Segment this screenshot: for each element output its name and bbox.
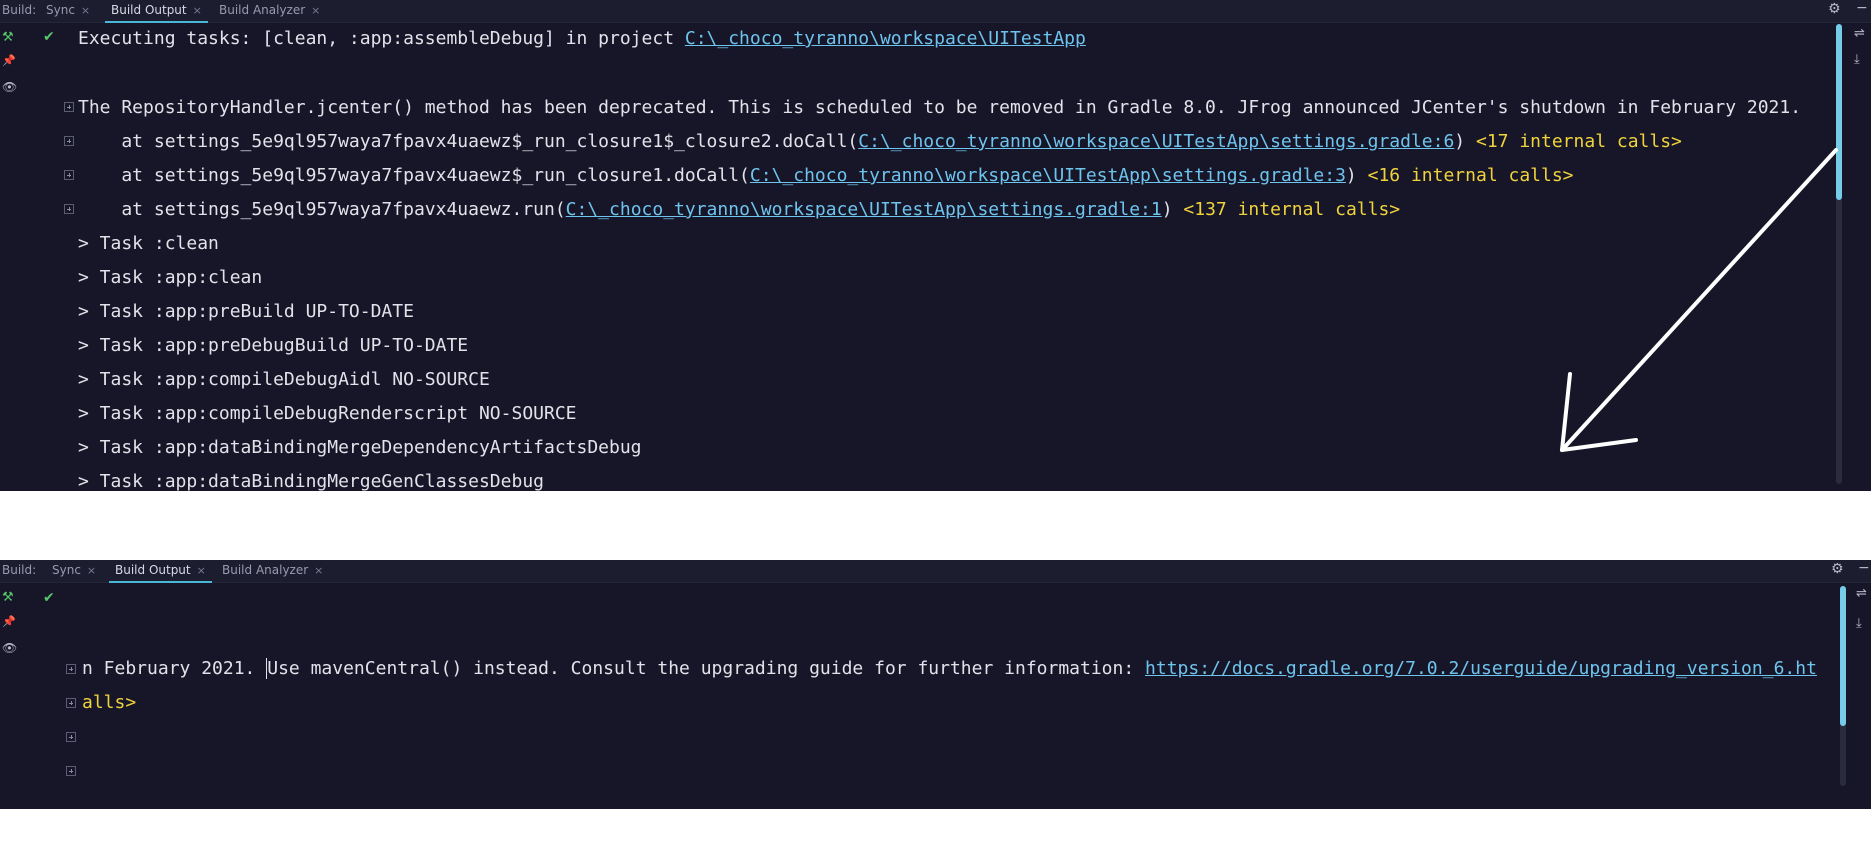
scroll-to-end-icon[interactable]: ⤓ [1856,616,1862,631]
close-icon[interactable]: × [197,564,206,577]
project-path-link[interactable]: C:\_choco_tyranno\workspace\UITestApp [685,28,1086,49]
success-check-icon: ✔ [43,29,55,45]
gear-icon[interactable]: ⚙ [1831,561,1844,577]
tool-window-tabbar: Build: Sync × Build Output × Build Analyze… [0,560,1871,583]
expand-toggle[interactable] [66,664,76,674]
tab-build-output-label: Build Output [115,563,191,577]
soft-wrap-icon[interactable]: ⇌ [1856,586,1867,601]
minimize-icon[interactable]: − [1858,560,1870,576]
internal-calls-link[interactable]: <17 internal calls> [1476,131,1682,152]
hammer-icon[interactable]: ⚒ [2,590,14,605]
expand-toggle[interactable] [64,170,74,180]
gradle-upgrade-guide-link[interactable]: https://docs.gradle.org/7.0.2/userguide/… [1145,658,1817,679]
expand-toggle[interactable] [64,204,74,214]
internal-calls-fragment[interactable]: alls> [82,692,136,713]
close-icon[interactable]: × [311,4,320,17]
expand-toggle[interactable] [64,136,74,146]
expand-toggle[interactable] [64,102,74,112]
internal-calls-link[interactable]: <16 internal calls> [1368,165,1574,186]
task-line: > Task :app:dataBindingMergeDependencyAr… [78,437,642,458]
soft-wrap-icon[interactable]: ⇌ [1854,26,1865,41]
tab-build-analyzer[interactable]: Build Analyzer × [222,560,323,582]
pin-icon[interactable]: 📌 [2,54,16,67]
vertical-scrollbar[interactable] [1836,24,1842,484]
tab-sync[interactable]: Sync × [52,560,96,582]
stack-frame-suffix: ) [1161,199,1184,220]
build-panel-bottom: Build: Sync × Build Output × Build Analyze… [0,560,1871,809]
stack-frame-suffix: ) [1454,131,1476,152]
stack-frame-text: at settings_5e9ql957waya7fpavx4uaewz$_ru… [78,131,859,152]
vertical-scrollbar[interactable] [1840,586,1846,786]
warning-text-cursor: Use mavenCentral() instead. Consult the … [266,658,1146,679]
close-icon[interactable]: × [314,564,323,577]
task-line: > Task :app:compileDebugRenderscript NO-… [78,403,577,424]
settings-gradle-link[interactable]: C:\_choco_tyranno\workspace\UITestApp\se… [858,131,1454,152]
tab-build-output[interactable]: Build Output × [105,0,208,23]
deprecation-warning-continued: n February 2021. Use mavenCentral() inst… [82,658,1817,679]
stack-frame-line: at settings_5e9ql957waya7fpavx4uaewz$_ru… [78,165,1574,186]
task-line: > Task :clean [78,233,219,254]
tab-sync-label: Sync [46,3,75,17]
task-line: > Task :app:dataBindingMergeGenClassesDe… [78,471,544,491]
deprecation-warning-line: The RepositoryHandler.jcenter() method h… [78,97,1802,118]
eye-icon[interactable]: 👁 [2,641,17,655]
stack-frame-line: at settings_5e9ql957waya7fpavx4uaewz.run… [78,199,1400,220]
close-icon[interactable]: × [81,4,90,17]
success-check-icon: ✔ [43,590,55,606]
hammer-icon[interactable]: ⚒ [2,30,14,45]
task-line: > Task :app:clean [78,267,263,288]
build-panel-top: Build: Sync × Build Output × Build Analyze… [0,0,1871,491]
gear-icon[interactable]: ⚙ [1828,1,1841,17]
scrollbar-thumb[interactable] [1836,24,1842,200]
internal-calls-tail: alls> [82,692,136,713]
warning-text: n February 2021. [82,658,267,679]
tab-sync-label: Sync [52,563,81,577]
minimize-icon[interactable]: − [1856,0,1868,16]
tab-sync[interactable]: Sync × [46,0,90,22]
executing-tasks-line: Executing tasks: [clean, :app:assembleDe… [78,28,1086,49]
stack-frame-line: at settings_5e9ql957waya7fpavx4uaewz$_ru… [78,131,1682,152]
stack-frame-text: at settings_5e9ql957waya7fpavx4uaewz.run… [78,199,566,220]
build-label: Build: [2,563,37,577]
expand-toggle[interactable] [66,732,76,742]
build-label: Build: [2,3,37,17]
settings-gradle-link[interactable]: C:\_choco_tyranno\workspace\UITestApp\se… [566,199,1162,220]
stack-frame-suffix: ) [1345,165,1368,186]
tab-build-output-label: Build Output [111,3,187,17]
scrollbar-thumb[interactable] [1840,586,1846,726]
expand-toggle[interactable] [66,698,76,708]
close-icon[interactable]: × [87,564,96,577]
task-line: > Task :app:preBuild UP-TO-DATE [78,301,414,322]
tab-build-analyzer-label: Build Analyzer [219,3,306,17]
scroll-to-end-icon[interactable]: ⤓ [1854,52,1860,67]
tool-window-tabbar: Build: Sync × Build Output × Build Analyze… [0,0,1871,23]
eye-icon[interactable]: 👁 [2,80,17,94]
executing-tasks-text: Executing tasks: [clean, :app:assembleDe… [78,28,685,49]
task-line: > Task :app:preDebugBuild UP-TO-DATE [78,335,469,356]
tab-build-analyzer-label: Build Analyzer [222,563,309,577]
pin-icon[interactable]: 📌 [2,615,16,628]
tab-build-output[interactable]: Build Output × [109,560,212,583]
stack-frame-text: at settings_5e9ql957waya7fpavx4uaewz$_ru… [78,165,750,186]
expand-toggle[interactable] [66,766,76,776]
close-icon[interactable]: × [193,4,202,17]
tab-build-analyzer[interactable]: Build Analyzer × [219,0,320,22]
task-line: > Task :app:compileDebugAidl NO-SOURCE [78,369,490,390]
internal-calls-link[interactable]: <137 internal calls> [1183,199,1400,220]
settings-gradle-link[interactable]: C:\_choco_tyranno\workspace\UITestApp\se… [750,165,1346,186]
